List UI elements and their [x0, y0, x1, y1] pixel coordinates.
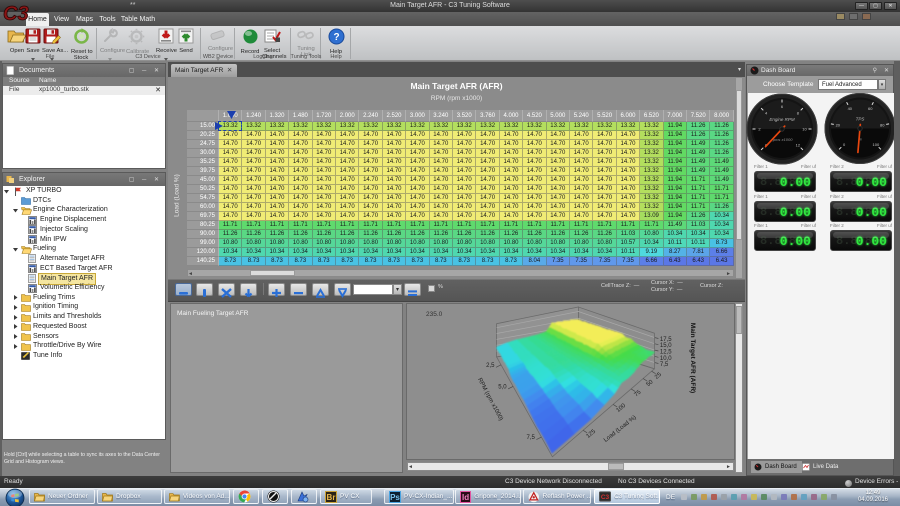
- svg-text:12: 12: [796, 142, 801, 147]
- svg-text:TPS: TPS: [856, 117, 865, 122]
- svg-text:80: 80: [880, 123, 885, 128]
- svg-text:10: 10: [802, 127, 807, 132]
- svg-text:C3: C3: [601, 494, 610, 501]
- svg-text:60: 60: [868, 106, 873, 111]
- svg-text:Engine RPM: Engine RPM: [769, 117, 795, 122]
- svg-text:20: 20: [836, 123, 841, 128]
- svg-text:40: 40: [848, 106, 853, 111]
- svg-text:?: ?: [333, 32, 339, 43]
- svg-text:C3: C3: [3, 3, 29, 25]
- svg-text:100: 100: [873, 142, 880, 147]
